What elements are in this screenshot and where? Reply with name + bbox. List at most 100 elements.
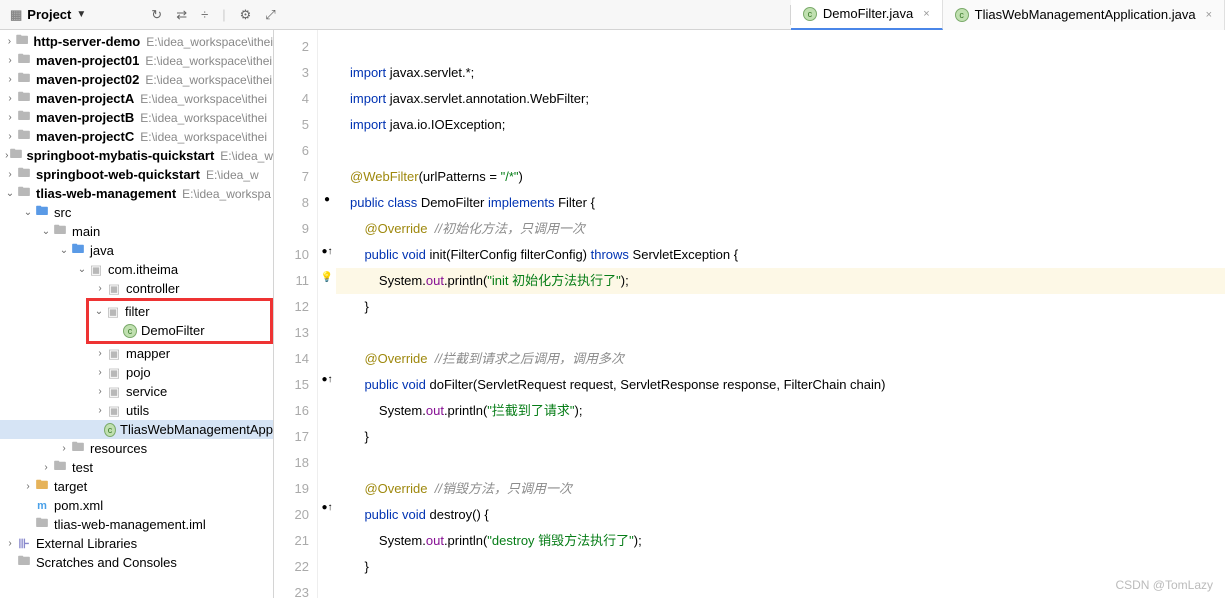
tree-node[interactable]: ⌄▣com.itheima <box>0 260 273 279</box>
expand-icon[interactable]: › <box>94 367 106 378</box>
expand-icon[interactable]: › <box>94 386 106 397</box>
tree-node[interactable]: ›⊪External Libraries <box>0 534 273 553</box>
tree-node[interactable]: ›🖿springboot-web-quickstartE:\idea_w <box>0 165 273 184</box>
toolbar-icon[interactable]: ⤢ <box>265 7 275 23</box>
tree-node[interactable]: cTliasWebManagementApp <box>0 420 273 439</box>
line-numbers: 234567891011121314151617181920212223 <box>274 30 318 598</box>
toolbar-icon[interactable]: ÷ <box>201 7 208 23</box>
maven-icon: m <box>34 499 50 513</box>
tree-node[interactable]: ›▣mapper <box>0 344 273 363</box>
node-path: E:\idea_workspace\ithei <box>145 54 272 68</box>
code-area[interactable]: import javax.servlet.*;import javax.serv… <box>336 30 885 598</box>
expand-icon[interactable]: › <box>4 93 16 104</box>
package-icon: ▣ <box>105 305 121 319</box>
package-icon: ▣ <box>106 347 122 361</box>
expand-icon[interactable]: › <box>94 283 106 294</box>
expand-icon[interactable]: › <box>4 131 16 142</box>
toolbar-icon[interactable]: ⚙ <box>240 7 252 23</box>
tree-node[interactable]: ›🖿test <box>0 458 273 477</box>
expand-icon[interactable]: › <box>4 55 16 66</box>
editor-tab[interactable]: c TliasWebManagementApplication.java × <box>943 0 1225 30</box>
tree-node[interactable]: 🖿Scratches and Consoles <box>0 553 273 572</box>
tree-node[interactable]: ›▣controller <box>0 279 273 298</box>
tree-node[interactable]: mpom.xml <box>0 496 273 515</box>
expand-icon[interactable]: › <box>58 443 70 454</box>
tree-node[interactable]: ›▣ pojo <box>0 363 273 382</box>
node-path: E:\idea_workspace\ithei <box>146 35 273 49</box>
file-icon: c <box>955 8 969 22</box>
tree-node[interactable]: ›🖿springboot-mybatis-quickstartE:\idea_w <box>0 146 273 165</box>
toolbar-icon[interactable]: ↻ <box>151 7 162 23</box>
tree-node[interactable]: ›🖿maven-projectCE:\idea_workspace\ithei <box>0 127 273 146</box>
folder-icon: 🖿 <box>9 149 22 163</box>
expand-icon[interactable]: ⌄ <box>93 306 105 317</box>
package-icon: ▣ <box>106 366 122 380</box>
folder-icon: 🖿 <box>15 35 29 49</box>
tree-node[interactable]: ›▣service <box>0 382 273 401</box>
expand-icon[interactable]: › <box>22 481 34 492</box>
folder-icon: 🖿 <box>16 92 32 106</box>
tree-node[interactable]: ›🖿maven-project02E:\idea_workspace\ithei <box>0 70 273 89</box>
node-path: E:\idea_workspace\ithei <box>140 111 267 125</box>
node-label: springboot-web-quickstart <box>36 167 200 182</box>
tree-node[interactable]: ⌄🖿src <box>0 203 273 222</box>
folder-icon: 🖿 <box>70 244 86 258</box>
tree-node[interactable]: ⌄🖿tlias-web-managementE:\idea_workspa <box>0 184 273 203</box>
tree-node[interactable]: ›🖿 resources <box>0 439 273 458</box>
node-label: service <box>126 384 167 399</box>
tree-node[interactable]: ›▣utils <box>0 401 273 420</box>
node-label: tlias-web-management <box>36 186 176 201</box>
node-label: pojo <box>126 365 151 380</box>
tab-label: DemoFilter.java <box>823 6 913 21</box>
close-icon[interactable]: × <box>923 8 929 20</box>
expand-icon[interactable]: ⌄ <box>58 245 70 256</box>
node-path: E:\idea_workspace\ithei <box>140 92 267 106</box>
node-label: resources <box>90 441 147 456</box>
node-path: E:\idea_workspa <box>182 187 271 201</box>
folder-icon: 🖿 <box>70 442 86 456</box>
tree-node[interactable]: ›🖿 http-server-demo E:\idea_workspace\ithe… <box>0 32 273 51</box>
close-icon[interactable]: × <box>1206 9 1212 21</box>
tree-node[interactable]: 🖿tlias-web-management.iml <box>0 515 273 534</box>
tree-node[interactable]: ›🖿 maven-projectA E:\idea_workspace\ithei <box>0 89 273 108</box>
tree-node[interactable]: ›🖿maven-projectBE:\idea_workspace\ithei <box>0 108 273 127</box>
expand-icon[interactable]: › <box>40 462 52 473</box>
node-label: http-server-demo <box>33 34 140 49</box>
code-editor[interactable]: 234567891011121314151617181920212223 ●●↑… <box>274 30 1225 598</box>
node-label: target <box>54 479 87 494</box>
folder-icon: 🖿 <box>16 73 32 87</box>
node-label: DemoFilter <box>141 323 205 338</box>
expand-icon[interactable]: ⌄ <box>40 226 52 237</box>
tree-node[interactable]: ›🖿target <box>0 477 273 496</box>
tree-node[interactable]: ⌄▣filter <box>89 302 270 321</box>
gutter-icons: ●●↑💡●↑●↑ <box>318 30 336 598</box>
project-tree[interactable]: ›🖿http-server-demoE:\idea_workspace\ithe… <box>0 30 274 598</box>
expand-icon[interactable]: › <box>4 112 16 123</box>
node-label: External Libraries <box>36 536 137 551</box>
node-label: maven-project01 <box>36 53 139 68</box>
tree-node[interactable]: ›🖿maven-project01E:\idea_workspace\ithei <box>0 51 273 70</box>
tree-node[interactable]: cDemoFilter <box>89 321 270 340</box>
expand-icon[interactable]: › <box>94 348 106 359</box>
folder-icon: 🖿 <box>16 168 32 182</box>
expand-icon[interactable]: ⌄ <box>22 207 34 218</box>
expand-icon[interactable]: › <box>4 36 15 47</box>
expand-icon[interactable]: ⌄ <box>76 264 88 275</box>
folder-icon: 🖿 <box>34 518 50 532</box>
tree-node[interactable]: ⌄🖿java <box>0 241 273 260</box>
expand-icon[interactable]: › <box>94 405 106 416</box>
package-icon: ▣ <box>106 282 122 296</box>
expand-icon[interactable]: ⌄ <box>4 188 16 199</box>
editor-tab[interactable]: cDemoFilter.java× <box>791 0 943 30</box>
toolbar-icon[interactable]: ⇄ <box>176 7 187 23</box>
expand-icon[interactable]: › <box>4 74 16 85</box>
node-label: maven-projectB <box>36 110 134 125</box>
expand-icon[interactable]: › <box>4 538 16 549</box>
project-tool-label[interactable]: ▦ Project ▼ <box>0 7 96 23</box>
expand-icon[interactable]: › <box>4 169 16 180</box>
node-label: maven-projectA <box>36 91 134 106</box>
package-icon: ▣ <box>88 263 104 277</box>
tree-node[interactable]: ⌄🖿main <box>0 222 273 241</box>
tab-label: TliasWebManagementApplication.java <box>975 7 1196 22</box>
chevron-down-icon: ▼ <box>76 9 86 20</box>
